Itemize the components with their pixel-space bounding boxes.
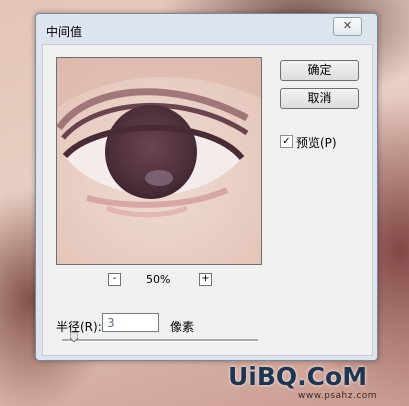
watermark-url: www.psahz.com xyxy=(298,391,378,401)
close-icon: ✕ xyxy=(342,19,353,32)
dialog-client-area: - 50% + 确定 取消 ✓ 预览(P) 半径(R): 像素 xyxy=(42,44,373,356)
radius-slider[interactable] xyxy=(62,332,258,342)
watermark-logo: UiBQ.CoM xyxy=(228,362,368,391)
filter-preview-image[interactable] xyxy=(56,57,262,265)
ok-button[interactable]: 确定 xyxy=(280,60,359,81)
cancel-button[interactable]: 取消 xyxy=(280,88,359,109)
dialog-title: 中间值 xyxy=(46,25,83,39)
dialog-titlebar[interactable]: 中间值 ✕ xyxy=(36,14,377,44)
radius-unit: 像素 xyxy=(170,320,195,334)
zoom-in-button[interactable]: + xyxy=(199,273,212,286)
checkmark-icon[interactable]: ✓ xyxy=(280,135,293,148)
close-button[interactable]: ✕ xyxy=(333,17,362,36)
eye-preview-graphic xyxy=(57,58,261,264)
radius-label: 半径(R): xyxy=(56,320,102,334)
radius-input[interactable] xyxy=(102,313,159,332)
preview-label: 预览(P) xyxy=(296,136,337,150)
zoom-controls: - 50% + xyxy=(56,271,262,289)
slider-thumb-icon[interactable] xyxy=(69,332,78,342)
zoom-level: 50% xyxy=(146,273,171,286)
site-watermark: UiBQ.CoM www.psahz.com xyxy=(228,362,408,406)
zoom-out-button[interactable]: - xyxy=(108,273,121,286)
median-dialog: 中间值 ✕ - 50% + 确定 取消 ✓ 预览(P) 半径(R): 3 像素 xyxy=(35,13,378,361)
